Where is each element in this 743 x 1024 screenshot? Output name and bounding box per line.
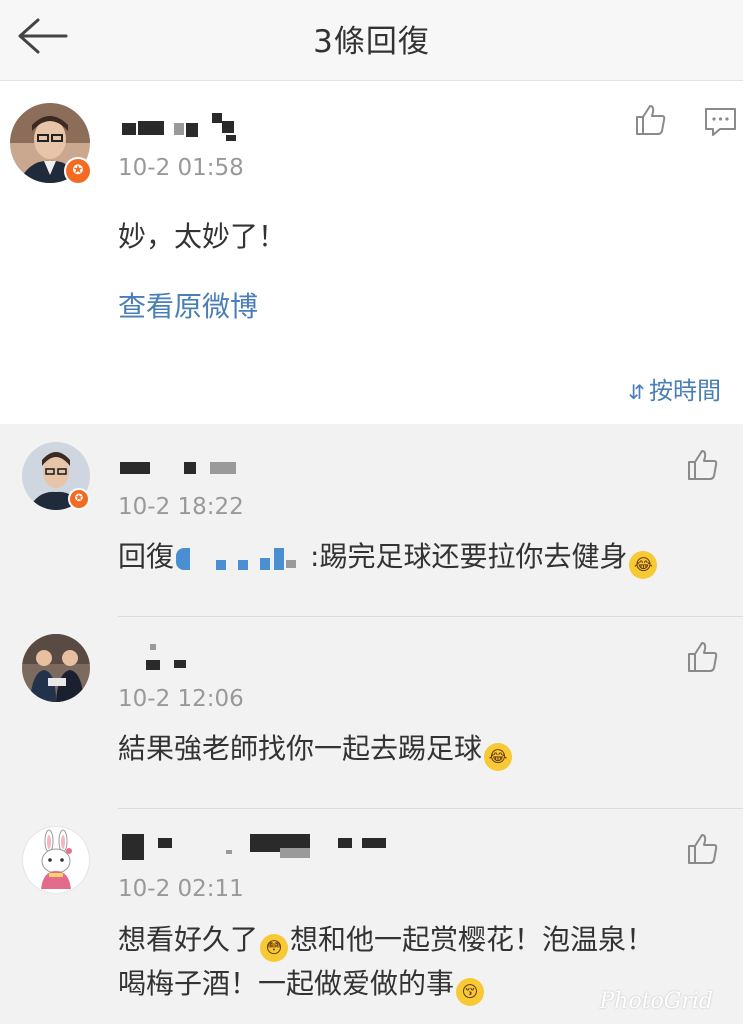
comment-icon bbox=[705, 108, 736, 136]
comment-text: 妙，太妙了！ bbox=[118, 220, 287, 253]
thumbs-up-icon bbox=[636, 105, 666, 135]
verified-badge-icon: ✪ bbox=[68, 488, 90, 510]
laugh-cry-emoji-icon: 😂 bbox=[484, 743, 513, 771]
reply-text: 回復 :踢完足球还要拉你去健身 😂 bbox=[118, 535, 659, 579]
page-title: 3條回復 bbox=[313, 24, 430, 60]
watermark: PhotoGrid bbox=[599, 989, 713, 1014]
thumbs-up-icon bbox=[688, 450, 718, 480]
reply-button[interactable] bbox=[704, 105, 738, 139]
like-button[interactable] bbox=[686, 832, 720, 866]
reply-text: 結果強老師找你一起去踢足球 😂 bbox=[118, 727, 514, 771]
sort-lines-icon: ⇵ bbox=[628, 380, 645, 404]
username-redacted bbox=[120, 642, 210, 672]
username-redacted bbox=[122, 113, 252, 143]
like-button[interactable] bbox=[686, 640, 720, 674]
reply-time: 10-2 18:22 bbox=[118, 494, 244, 520]
username-redacted bbox=[120, 450, 250, 480]
laugh-cry-emoji-icon: 😂 bbox=[629, 551, 658, 579]
like-button[interactable] bbox=[686, 448, 720, 482]
comment-time: 10-2 01:58 bbox=[118, 155, 244, 181]
like-button[interactable] bbox=[634, 103, 668, 137]
view-original-link[interactable]: 查看原微博 bbox=[118, 285, 258, 325]
divider bbox=[118, 616, 743, 617]
verified-badge-icon: ✪ bbox=[64, 157, 92, 185]
thumbs-up-icon bbox=[688, 642, 718, 672]
kiss-emoji-icon: 😚 bbox=[456, 978, 485, 1006]
reply-time: 10-2 02:11 bbox=[118, 876, 244, 902]
avatar[interactable] bbox=[22, 826, 90, 894]
mentioned-user-redacted[interactable] bbox=[174, 542, 310, 572]
main-comment: ✪ 10-2 01:58 妙，太妙了！ 查看原微博 ⇵ 按時間 bbox=[0, 81, 743, 424]
thumbs-up-icon bbox=[688, 834, 718, 864]
flushed-emoji-icon: 😳 bbox=[260, 934, 289, 962]
top-bar: 3條回復 bbox=[0, 0, 743, 81]
username-redacted bbox=[120, 830, 390, 860]
avatar[interactable] bbox=[22, 634, 90, 702]
divider bbox=[118, 808, 743, 809]
reply-time: 10-2 12:06 bbox=[118, 686, 244, 712]
sort-by-time-button[interactable]: ⇵ 按時間 bbox=[628, 371, 721, 406]
